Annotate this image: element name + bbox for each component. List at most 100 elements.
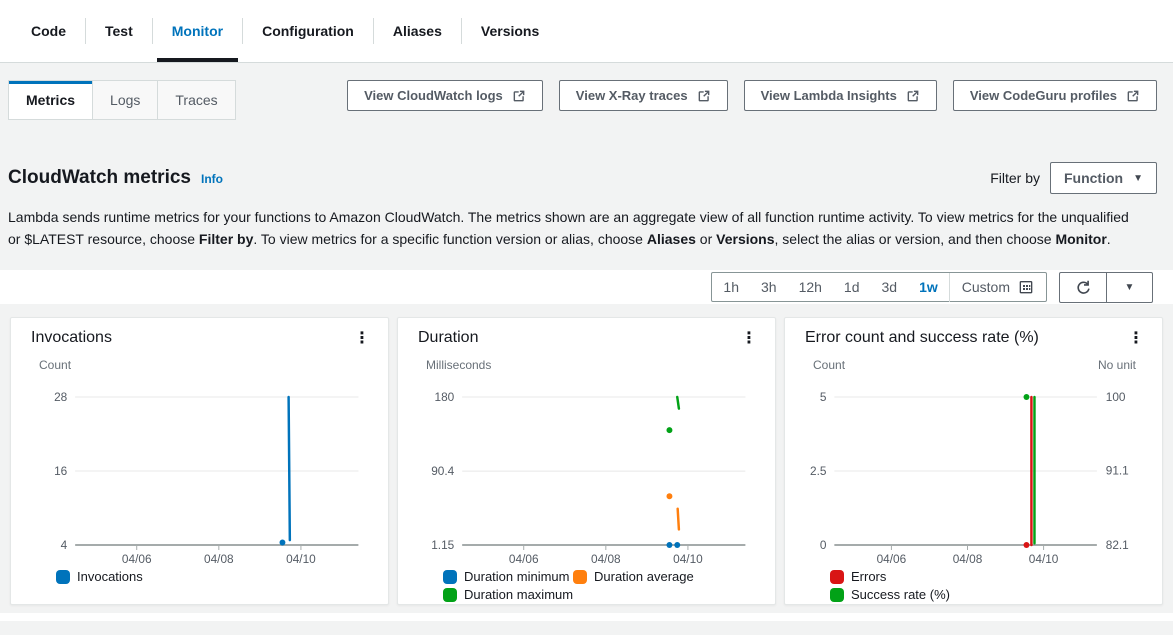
kebab-menu-icon[interactable]: ⋮ — [1124, 329, 1148, 349]
custom-range-button[interactable]: Custom — [950, 273, 1046, 301]
tab-divider — [373, 18, 374, 44]
svg-text:82.1: 82.1 — [1106, 538, 1129, 552]
range-1h[interactable]: 1h — [712, 273, 750, 301]
legend-item[interactable]: Invocations — [56, 569, 143, 584]
custom-label: Custom — [962, 279, 1010, 295]
svg-text:91.1: 91.1 — [1106, 464, 1129, 478]
calendar-icon — [1018, 279, 1034, 295]
metric-card-invocations: Invocations ⋮ Count 4 16 28 04/06 04/08 04/10… — [10, 317, 389, 605]
subtab-traces[interactable]: Traces — [157, 81, 234, 119]
range-3d[interactable]: 3d — [871, 273, 909, 301]
caret-down-icon: ▼ — [1133, 173, 1143, 184]
metric-card-duration: Duration ⋮ Milliseconds 1.15 90.4 180 04/06… — [397, 317, 776, 605]
legend-color-marker — [573, 570, 587, 584]
legend-color-marker — [56, 570, 70, 584]
legend-item[interactable]: Success rate (%) — [830, 587, 999, 602]
external-link-icon — [1126, 89, 1140, 103]
chart-title: Error count and success rate (%) — [805, 329, 1039, 347]
monitor-subnav: Metrics Logs Traces View CloudWatch logs… — [8, 80, 1165, 120]
legend-label: Invocations — [77, 569, 143, 584]
external-view-buttons: View CloudWatch logs View X-Ray traces V… — [347, 80, 1157, 111]
legend-item[interactable]: Duration maximum — [443, 587, 573, 602]
svg-text:4: 4 — [61, 538, 68, 552]
svg-text:5: 5 — [820, 390, 827, 404]
chart-legend: Duration minimum Duration average Duration… — [398, 566, 775, 602]
refresh-control: ▼ — [1059, 272, 1153, 303]
button-label: View CloudWatch logs — [364, 88, 503, 103]
range-1w[interactable]: 1w — [908, 273, 949, 301]
range-3h[interactable]: 3h — [750, 273, 788, 301]
legend-color-marker — [830, 570, 844, 584]
svg-text:04/08: 04/08 — [204, 552, 234, 566]
chart-legend: Errors Success rate (%) — [785, 566, 1162, 602]
time-range-toolbar: 1h 3h 12h 1d 3d 1w Custom ▼ — [0, 270, 1173, 304]
tab-divider — [242, 18, 243, 44]
tab-code[interactable]: Code — [16, 0, 81, 62]
y-axis-unit-label: Milliseconds — [426, 358, 491, 372]
svg-text:04/10: 04/10 — [286, 552, 316, 566]
tab-aliases[interactable]: Aliases — [378, 0, 457, 62]
svg-text:90.4: 90.4 — [431, 464, 454, 478]
legend-item[interactable]: Errors — [830, 569, 999, 584]
tab-monitor[interactable]: Monitor — [157, 0, 238, 62]
tab-test[interactable]: Test — [90, 0, 148, 62]
chart-legend: Invocations — [11, 566, 388, 584]
legend-color-marker — [443, 570, 457, 584]
cloudwatch-metrics-header: CloudWatch metrics Info Filter by Functi… — [8, 162, 1165, 194]
refresh-options-dropdown[interactable]: ▼ — [1106, 273, 1152, 302]
next-row-cutoff — [0, 613, 1173, 621]
svg-text:28: 28 — [54, 390, 68, 404]
view-xray-traces-button[interactable]: View X-Ray traces — [559, 80, 728, 111]
svg-text:2.5: 2.5 — [810, 464, 827, 478]
legend-label: Duration average — [594, 569, 694, 584]
svg-text:180: 180 — [435, 390, 455, 404]
legend-label: Duration minimum — [464, 569, 569, 584]
subtab-metrics[interactable]: Metrics — [9, 81, 92, 119]
kebab-menu-icon[interactable]: ⋮ — [350, 329, 374, 349]
svg-text:04/06: 04/06 — [877, 552, 907, 566]
duration-chart-plot: 1.1590.418004/0604/0804/10 — [398, 374, 775, 566]
legend-label: Duration maximum — [464, 587, 573, 602]
y-axis-unit-label: Count — [39, 358, 71, 372]
tab-versions[interactable]: Versions — [466, 0, 554, 62]
metric-card-error-success-rate: Error count and success rate (%) ⋮ Count… — [784, 317, 1163, 605]
caret-down-icon: ▼ — [1125, 282, 1135, 293]
function-tabbar: Code Test Monitor Configuration Aliases … — [0, 0, 1173, 63]
chart-title: Invocations — [31, 329, 112, 347]
page-title: CloudWatch metrics — [8, 167, 191, 189]
tab-configuration[interactable]: Configuration — [247, 0, 369, 62]
view-cloudwatch-logs-button[interactable]: View CloudWatch logs — [347, 80, 543, 111]
legend-label: Errors — [851, 569, 886, 584]
legend-item[interactable]: Duration minimum — [443, 569, 573, 584]
info-link[interactable]: Info — [201, 172, 223, 186]
svg-text:04/06: 04/06 — [122, 552, 152, 566]
svg-text:04/08: 04/08 — [953, 552, 983, 566]
refresh-icon — [1075, 279, 1092, 296]
subtab-logs[interactable]: Logs — [92, 81, 157, 119]
svg-text:1.15: 1.15 — [431, 538, 454, 552]
filter-by-label: Filter by — [990, 170, 1040, 186]
metrics-description: Lambda sends runtime metrics for your fu… — [8, 207, 1133, 250]
button-label: View CodeGuru profiles — [970, 88, 1117, 103]
legend-color-marker — [830, 588, 844, 602]
chart-title: Duration — [418, 329, 478, 347]
kebab-menu-icon[interactable]: ⋮ — [737, 329, 761, 349]
view-codeguru-profiles-button[interactable]: View CodeGuru profiles — [953, 80, 1157, 111]
svg-text:16: 16 — [54, 464, 68, 478]
tab-divider — [85, 18, 86, 44]
external-link-icon — [697, 89, 711, 103]
svg-text:04/10: 04/10 — [673, 552, 703, 566]
y2-axis-unit-label: No unit — [1098, 358, 1136, 372]
button-label: View X-Ray traces — [576, 88, 688, 103]
legend-item[interactable]: Duration average — [573, 569, 703, 584]
svg-text:100: 100 — [1106, 390, 1126, 404]
view-lambda-insights-button[interactable]: View Lambda Insights — [744, 80, 937, 111]
button-label: View Lambda Insights — [761, 88, 897, 103]
refresh-button[interactable] — [1060, 273, 1106, 302]
svg-text:0: 0 — [820, 538, 827, 552]
time-range-selector: 1h 3h 12h 1d 3d 1w Custom — [711, 272, 1047, 302]
range-1d[interactable]: 1d — [833, 273, 871, 301]
range-12h[interactable]: 12h — [788, 273, 833, 301]
function-filter-dropdown[interactable]: Function ▼ — [1050, 162, 1157, 194]
svg-text:04/06: 04/06 — [509, 552, 539, 566]
